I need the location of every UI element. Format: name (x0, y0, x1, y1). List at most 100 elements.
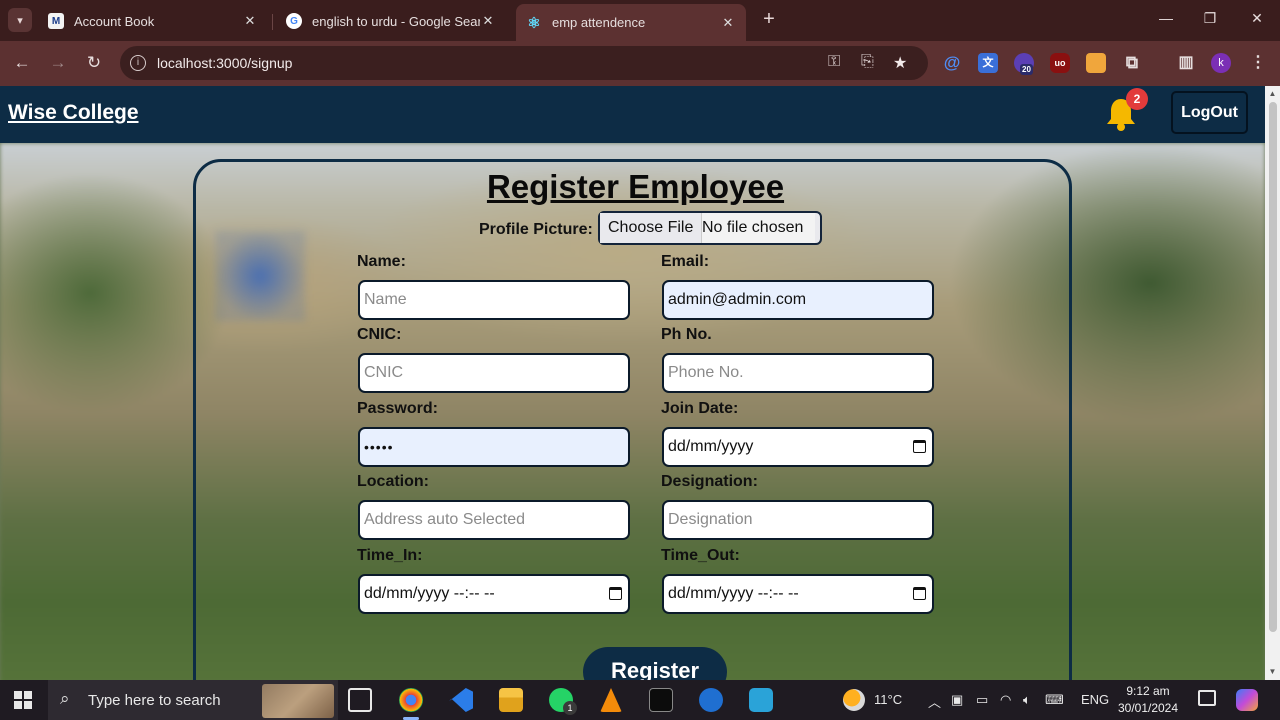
close-tab-icon[interactable]: ✕ (242, 13, 258, 29)
calendar-icon[interactable] (609, 587, 622, 600)
windows-taskbar: ⌕ Type here to search 1 11°C ︿ ▣ ▭ ◠ 🔈︎ … (0, 680, 1280, 720)
vlc-taskbar-icon[interactable] (600, 688, 622, 712)
brand-link[interactable]: Wise College (8, 101, 139, 125)
new-tab-button[interactable]: + (758, 9, 780, 31)
logout-button[interactable]: LogOut (1171, 91, 1248, 134)
time-out-input[interactable]: dd/mm/yyyy --:-- -- (662, 574, 934, 614)
ublock-icon[interactable]: uo (1050, 53, 1070, 73)
phone-input[interactable]: Phone No. (662, 353, 934, 393)
password-input[interactable]: ••••• (358, 427, 630, 467)
weather-icon[interactable] (843, 689, 865, 711)
cnic-placeholder: CNIC (364, 364, 404, 381)
file-status-text: No file chosen (702, 213, 816, 243)
browser-toolbar: ← → ↻ i localhost:3000/signup ⚿ ⎘ ★ @ 文 … (0, 41, 1280, 86)
register-button[interactable]: Register (583, 647, 727, 680)
copilot-icon[interactable] (1236, 689, 1258, 711)
phone-label: Ph No. (661, 326, 712, 343)
side-panel-icon[interactable]: ▥ (1176, 53, 1196, 73)
search-placeholder: Type here to search (88, 692, 221, 709)
extensions-puzzle-icon[interactable]: ⧉ (1122, 53, 1142, 73)
windows-start-icon[interactable] (14, 691, 32, 709)
vscode-taskbar-icon[interactable] (449, 688, 473, 712)
browser-menu-icon[interactable]: ⋮ (1248, 53, 1268, 73)
time-in-input[interactable]: dd/mm/yyyy --:-- -- (358, 574, 630, 614)
tab-google-search[interactable]: G english to urdu - Google Searc ✕ (276, 4, 506, 38)
terminal-taskbar-icon[interactable] (649, 688, 673, 712)
name-label: Name: (357, 253, 406, 270)
chrome-taskbar-icon[interactable] (399, 688, 423, 720)
form-title: Register Employee (486, 168, 785, 205)
designation-input[interactable]: Designation (662, 500, 934, 540)
location-label: Location: (357, 473, 429, 490)
name-input[interactable]: Name (358, 280, 630, 320)
page-scrollbar[interactable]: ▲ ▼ (1265, 86, 1280, 680)
whatsapp-taskbar-icon[interactable]: 1 (549, 688, 577, 715)
extension-orange-icon[interactable] (1086, 53, 1106, 73)
minimize-icon[interactable]: — (1156, 10, 1176, 26)
clock-date: 30/01/2024 (1117, 701, 1179, 715)
designation-placeholder: Designation (668, 511, 753, 528)
volume-icon[interactable]: 🔈︎ (1023, 692, 1031, 708)
email-extension-icon[interactable]: @ (942, 53, 962, 73)
site-info-icon[interactable]: i (130, 55, 146, 71)
tab-search-dropdown-icon[interactable]: ▾ (8, 8, 32, 32)
weather-temperature[interactable]: 11°C (874, 692, 902, 707)
back-icon[interactable]: ← (11, 52, 33, 74)
cnic-input[interactable]: CNIC (358, 353, 630, 393)
close-window-icon[interactable]: ✕ (1247, 10, 1267, 27)
email-value: admin@admin.com (668, 291, 807, 308)
url-text: localhost:3000/signup (157, 55, 293, 71)
taskbar-search-box[interactable]: ⌕ Type here to search (48, 680, 338, 720)
profile-picture-file-input[interactable]: Choose File No file chosen (598, 211, 822, 245)
show-hidden-icons-icon[interactable]: ︿ (928, 692, 941, 711)
install-app-icon[interactable]: ⎘ (861, 53, 874, 71)
react-devtools-taskbar-icon[interactable] (699, 688, 723, 712)
tab-account-book[interactable]: M Account Book ✕ (38, 4, 268, 38)
time-out-label: Time_Out: (661, 547, 740, 564)
time-out-value: dd/mm/yyyy --:-- -- (668, 585, 799, 602)
calendar-icon[interactable] (913, 440, 926, 453)
profile-picture-label: Profile Picture: (479, 221, 593, 238)
app-taskbar-icon[interactable] (749, 688, 773, 712)
join-date-label: Join Date: (661, 400, 739, 417)
browser-tab-strip: ▾ M Account Book ✕ G english to urdu - G… (0, 0, 1280, 41)
location-placeholder: Address auto Selected (364, 511, 525, 528)
tab-separator (272, 14, 273, 30)
designation-label: Designation: (661, 473, 758, 490)
forward-icon[interactable]: → (47, 52, 69, 74)
address-bar[interactable]: i localhost:3000/signup ⚿ ⎘ ★ (120, 46, 928, 80)
translate-extension-icon[interactable]: 文 (978, 53, 998, 73)
reload-icon[interactable]: ↻ (83, 52, 105, 74)
file-explorer-icon[interactable] (499, 688, 523, 712)
name-placeholder: Name (364, 291, 407, 308)
location-input[interactable]: Address auto Selected (358, 500, 630, 540)
join-date-input[interactable]: dd/mm/yyyy (662, 427, 934, 467)
choose-file-button[interactable]: Choose File (600, 213, 703, 243)
bookmark-star-icon[interactable]: ★ (893, 53, 907, 73)
tray-app-icon[interactable]: ▣ (951, 692, 963, 708)
email-input[interactable]: admin@admin.com (662, 280, 934, 320)
restore-icon[interactable]: ❐ (1200, 10, 1220, 27)
close-tab-icon[interactable]: ✕ (480, 13, 496, 29)
google-favicon-icon: G (286, 13, 302, 29)
cnic-label: CNIC: (357, 326, 402, 343)
tab-emp-attendence[interactable]: ⚛ emp attendence ✕ (516, 4, 746, 41)
scrollbar-thumb[interactable] (1269, 102, 1277, 632)
tab-title: english to urdu - Google Searc (312, 13, 480, 29)
password-key-icon[interactable]: ⚿ (828, 53, 840, 71)
profile-avatar[interactable]: k (1211, 53, 1231, 73)
system-clock[interactable]: 9:12 am 30/01/2024 (1112, 683, 1184, 717)
scroll-down-arrow-icon[interactable]: ▼ (1268, 667, 1277, 676)
search-highlight-image (262, 684, 334, 718)
notifications-icon[interactable] (1198, 690, 1216, 706)
register-form-card: Register Employee Profile Picture: Choos… (193, 159, 1072, 680)
language-indicator[interactable]: ENG (1081, 692, 1109, 707)
scroll-up-arrow-icon[interactable]: ▲ (1268, 89, 1277, 98)
close-tab-icon[interactable]: ✕ (720, 15, 736, 31)
keyboard-icon[interactable]: ⌨ (1045, 692, 1064, 708)
calendar-icon[interactable] (913, 587, 926, 600)
battery-icon[interactable]: ▭ (976, 692, 988, 708)
task-view-icon[interactable] (348, 688, 372, 712)
wifi-icon[interactable]: ◠ (1000, 692, 1011, 708)
search-icon: ⌕ (60, 689, 70, 708)
